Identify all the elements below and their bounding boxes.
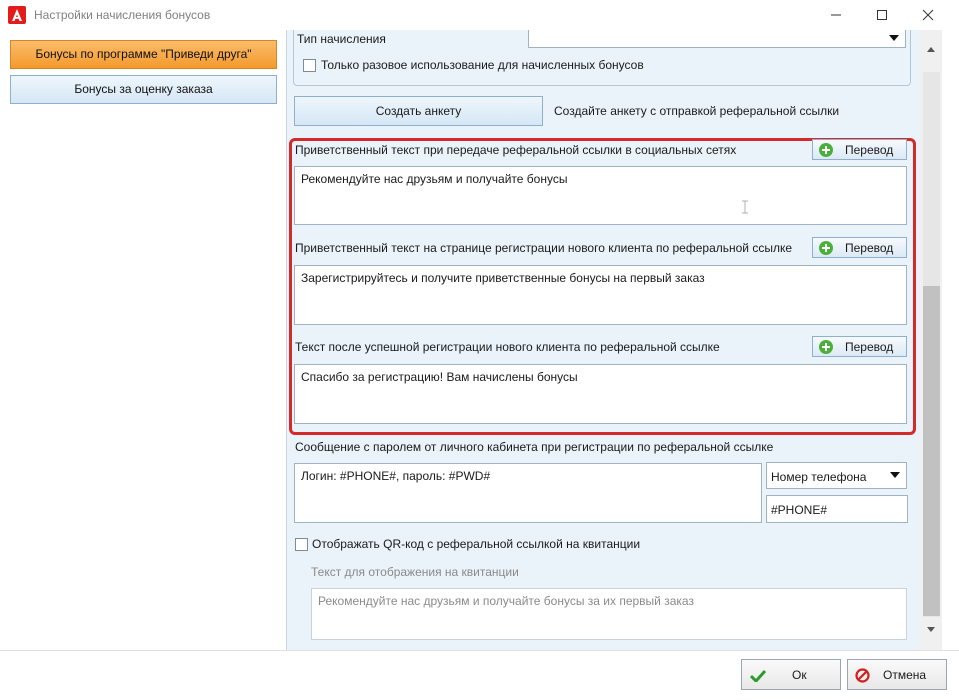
qr-code-label: Отображать QR-код с реферальной ссылкой … (312, 537, 641, 551)
cancel-label: Отмена (883, 668, 927, 682)
after-registration-text-field[interactable]: Спасибо за регистрацию! Вам начислены бо… (294, 364, 907, 424)
scroll-down-icon[interactable] (927, 627, 935, 632)
after-registration-text-label: Текст после успешной регистрации нового … (295, 340, 720, 354)
minimize-button[interactable] (813, 0, 859, 30)
scrollbar-thumb[interactable] (923, 286, 940, 616)
social-translate-button[interactable]: Перевод (812, 139, 907, 160)
qr-code-checkbox[interactable] (295, 538, 308, 551)
window-title: Настройки начисления бонусов (34, 8, 211, 22)
insert-field-select[interactable]: Номер телефона (766, 462, 907, 489)
ok-button[interactable]: Ок (741, 659, 841, 690)
title-bar: Настройки начисления бонусов (0, 0, 959, 30)
password-message-field[interactable]: Логин: #PHONE#, пароль: #PWD# (294, 463, 762, 523)
accrual-type-select[interactable] (528, 30, 906, 48)
registration-page-translate-button[interactable]: Перевод (812, 237, 907, 258)
accrual-type-label: Тип начисления (297, 32, 386, 46)
cancel-icon (855, 668, 870, 683)
one-time-use-checkbox[interactable] (303, 59, 316, 72)
field-token-input[interactable]: #PHONE# (766, 495, 908, 523)
receipt-text-label: Текст для отображения на квитанции (311, 565, 519, 579)
maximize-button[interactable] (859, 0, 905, 30)
app-logo-icon (8, 6, 26, 24)
checkmark-icon (750, 669, 766, 682)
add-icon (819, 340, 833, 354)
after-registration-translate-button[interactable]: Перевод (812, 336, 907, 357)
insert-field-value: Номер телефона (771, 470, 867, 484)
registration-page-text-label: Приветственный текст на странице регистр… (295, 241, 793, 255)
vertical-scrollbar[interactable] (920, 30, 942, 650)
maximize-icon (877, 10, 887, 20)
create-survey-button[interactable]: Создать анкету (294, 96, 543, 126)
password-message-label: Сообщение с паролем от личного кабинета … (295, 440, 774, 454)
translate-label: Перевод (845, 241, 894, 255)
settings-panel: Тип начисления Только разовое использова… (286, 30, 920, 650)
translate-label: Перевод (845, 143, 894, 157)
cancel-button[interactable]: Отмена (847, 659, 947, 690)
dialog-button-bar: Ок Отмена (0, 650, 959, 700)
chevron-down-icon (890, 472, 900, 478)
registration-page-text-field[interactable]: Зарегистрируйтесь и получите приветствен… (294, 265, 907, 325)
social-text-label: Приветственный текст при передаче рефера… (295, 143, 737, 157)
scroll-up-icon[interactable] (927, 47, 935, 52)
add-icon (819, 241, 833, 255)
translate-label: Перевод (845, 340, 894, 354)
receipt-text-field[interactable]: Рекомендуйте нас друзьям и получайте бон… (311, 588, 907, 640)
social-text-field[interactable]: Рекомендуйте нас друзьям и получайте бон… (294, 166, 907, 225)
left-nav-panel: Бонусы по программе "Приведи друга" Бону… (0, 30, 286, 650)
add-icon (819, 143, 833, 157)
one-time-use-label: Только разовое использование для начисле… (321, 58, 644, 72)
close-icon (922, 9, 934, 21)
close-button[interactable] (905, 0, 951, 30)
create-survey-hint: Создайте анкету с отправкой реферальной … (554, 104, 840, 118)
nav-item-referral-bonuses[interactable]: Бонусы по программе "Приведи друга" (10, 40, 277, 69)
ok-label: Ок (792, 668, 807, 682)
chevron-down-icon (889, 35, 899, 41)
nav-item-order-rating-bonuses[interactable]: Бонусы за оценку заказа (10, 75, 277, 104)
text-cursor-icon (742, 200, 748, 214)
minimize-icon (831, 14, 841, 16)
field-token-value: #PHONE# (771, 503, 828, 517)
